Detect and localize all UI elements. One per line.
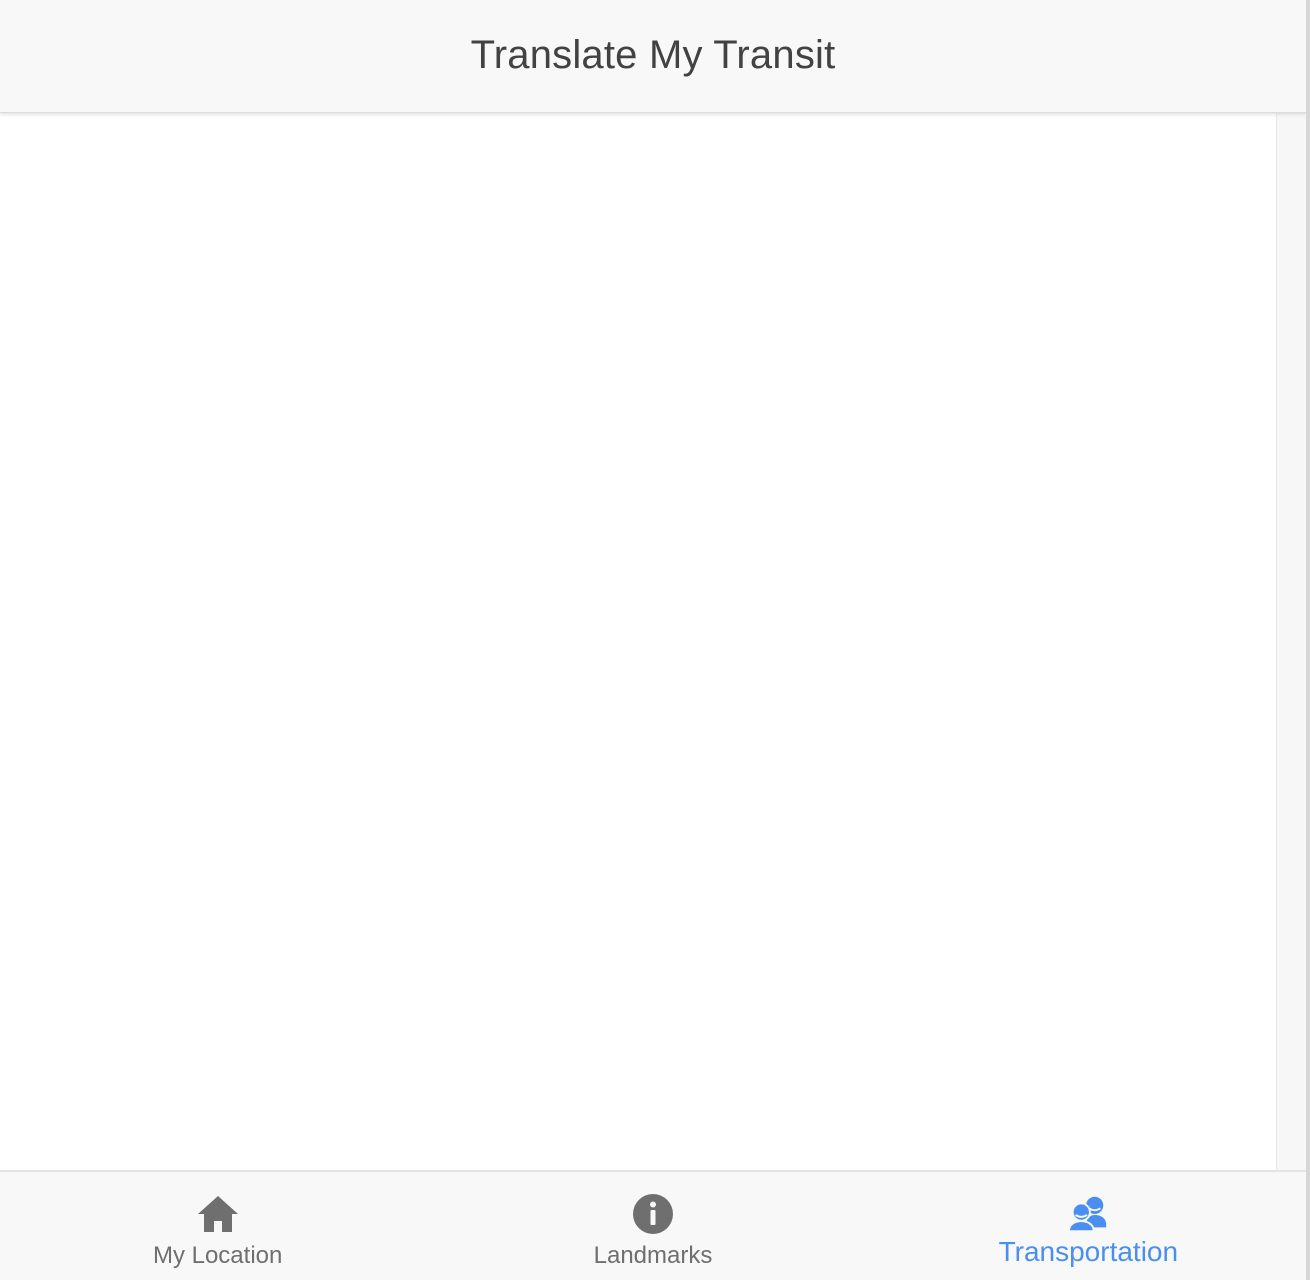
window-edge (1306, 0, 1310, 1280)
tab-landmarks[interactable]: Landmarks (435, 1172, 870, 1280)
tab-label-landmarks: Landmarks (593, 1242, 713, 1269)
page-title: Translate My Transit (470, 32, 836, 77)
tab-my-location[interactable]: My Location (0, 1172, 435, 1280)
home-icon (196, 1192, 240, 1236)
app-header: Translate My Transit (0, 0, 1306, 113)
info-icon (631, 1192, 675, 1236)
main-content[interactable] (0, 113, 1306, 1170)
tab-label-transportation: Transportation (998, 1236, 1179, 1267)
tab-transportation[interactable]: Transportation (871, 1172, 1306, 1280)
people-icon (1066, 1192, 1110, 1236)
tab-label-my-location: My Location (152, 1242, 283, 1269)
scrollbar[interactable] (1276, 113, 1306, 1170)
app-window: Translate My Transit My Location Landmar… (0, 0, 1310, 1280)
bottom-tab-bar: My Location Landmarks Transportation (0, 1170, 1306, 1280)
